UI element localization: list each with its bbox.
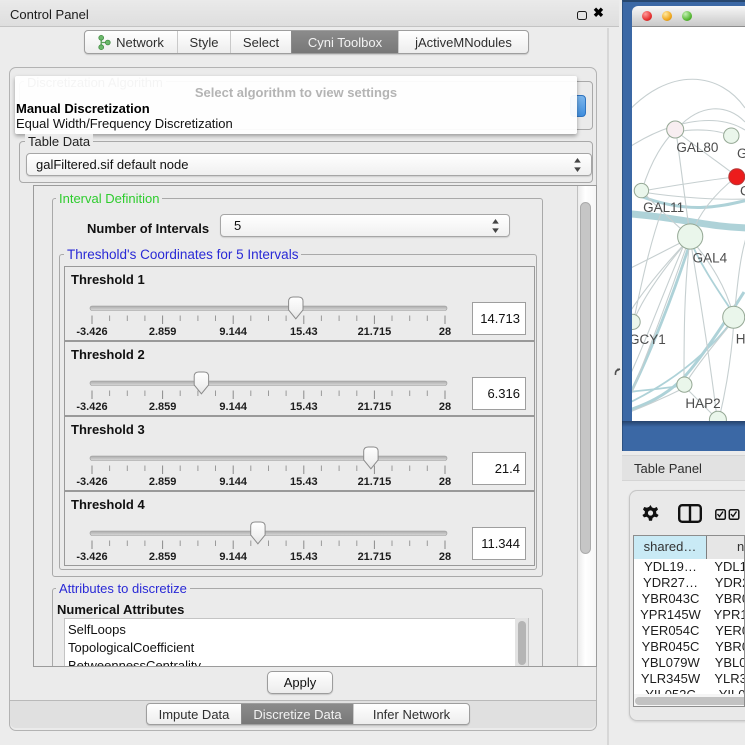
svg-text:28: 28 xyxy=(439,551,451,563)
svg-text:GCY1: GCY1 xyxy=(632,332,666,347)
svg-text:GAL80: GAL80 xyxy=(676,140,718,155)
svg-text:28: 28 xyxy=(439,476,451,488)
svg-text:-3.426: -3.426 xyxy=(76,476,107,488)
svg-text:28: 28 xyxy=(439,326,451,338)
svg-text:28: 28 xyxy=(439,401,451,413)
svg-text:21.715: 21.715 xyxy=(358,551,392,563)
svg-text:2.859: 2.859 xyxy=(149,401,177,413)
svg-text:2.859: 2.859 xyxy=(149,551,177,563)
svg-text:21.715: 21.715 xyxy=(358,401,392,413)
svg-text:2.859: 2.859 xyxy=(149,476,177,488)
svg-text:9.144: 9.144 xyxy=(219,551,247,563)
svg-text:GAL4: GAL4 xyxy=(693,251,728,266)
svg-text:HAP2: HAP2 xyxy=(685,396,720,411)
svg-text:GAL11: GAL11 xyxy=(643,200,684,215)
svg-text:H: H xyxy=(736,332,745,347)
svg-text:-3.426: -3.426 xyxy=(76,326,107,338)
svg-text:C: C xyxy=(740,184,745,199)
svg-text:9.144: 9.144 xyxy=(219,401,247,413)
svg-text:G.: G. xyxy=(737,146,745,161)
svg-text:-3.426: -3.426 xyxy=(76,401,107,413)
svg-text:-3.426: -3.426 xyxy=(76,551,107,563)
svg-text:9.144: 9.144 xyxy=(219,476,247,488)
svg-text:2.859: 2.859 xyxy=(149,326,177,338)
svg-text:15.43: 15.43 xyxy=(290,326,318,338)
svg-text:15.43: 15.43 xyxy=(290,551,318,563)
svg-text:9.144: 9.144 xyxy=(219,326,247,338)
svg-text:15.43: 15.43 xyxy=(290,476,318,488)
svg-text:21.715: 21.715 xyxy=(358,476,392,488)
svg-text:15.43: 15.43 xyxy=(290,401,318,413)
svg-text:21.715: 21.715 xyxy=(358,326,392,338)
